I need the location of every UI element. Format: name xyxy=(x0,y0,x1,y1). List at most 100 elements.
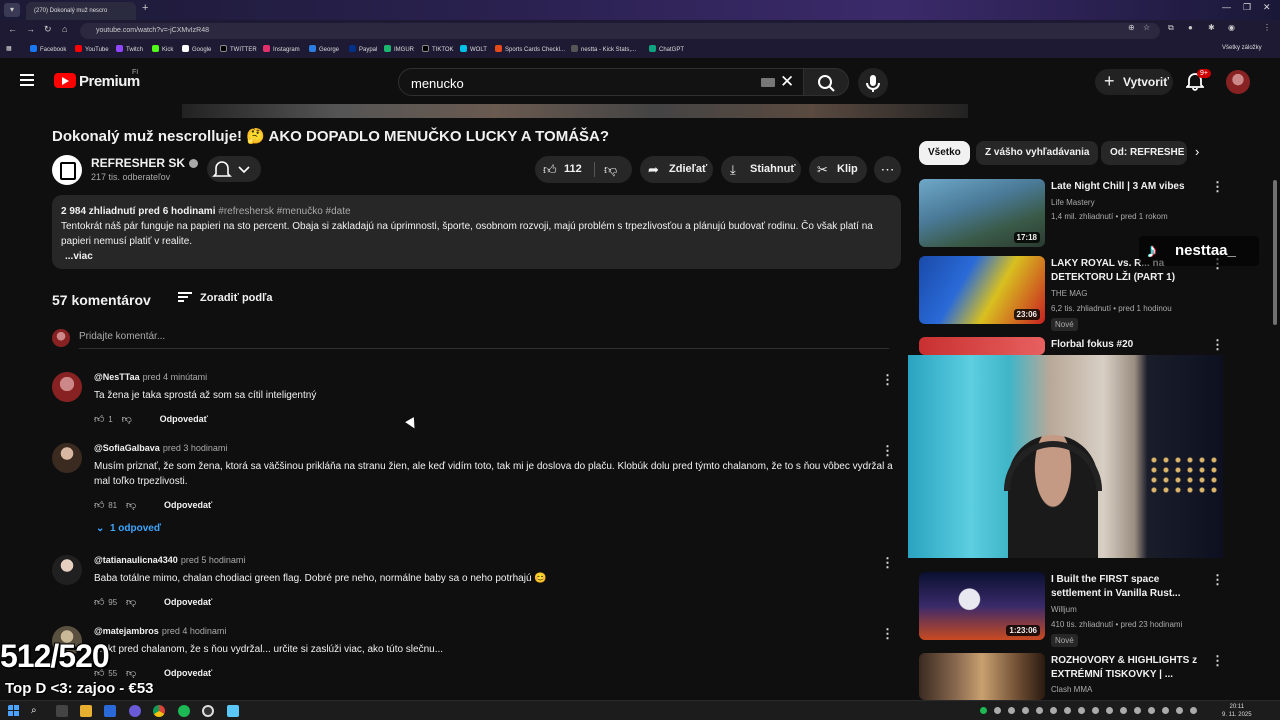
maximize-icon[interactable]: ❐ xyxy=(1243,2,1251,13)
sort-comments-button[interactable]: Zoradiť podľa xyxy=(178,292,272,304)
tray-spotify-icon[interactable] xyxy=(980,707,987,714)
tray-icon[interactable] xyxy=(1120,707,1127,714)
dislike-icon[interactable]: 👎︎ xyxy=(126,596,138,608)
windows-start-icon[interactable] xyxy=(8,705,20,717)
bookmark-facebook[interactable]: Facebook xyxy=(30,45,66,53)
tray-icon[interactable] xyxy=(1036,707,1043,714)
puzzle-icon[interactable]: ✱ xyxy=(1208,23,1215,32)
home-icon[interactable]: ⌂ xyxy=(62,24,67,34)
reload-icon[interactable]: ↻ xyxy=(44,24,52,35)
video-thumbnail[interactable] xyxy=(919,653,1045,700)
clip-button[interactable]: ✂ Klip xyxy=(809,156,867,183)
subscription-bell-button[interactable] xyxy=(207,156,261,182)
bookmark-kick-stats[interactable]: nestta - Kick Stats,... xyxy=(571,45,636,53)
url-field[interactable]: youtube.com/watch?v=-jCXMvIzR48 xyxy=(80,23,1160,39)
reply-button[interactable]: Odpovedať xyxy=(164,597,212,607)
file-explorer-icon[interactable] xyxy=(80,705,92,717)
chrome-icon[interactable] xyxy=(153,705,165,717)
bookmark-twitch[interactable]: Twitch xyxy=(116,45,143,53)
search-button[interactable] xyxy=(803,68,849,96)
app-icon-2[interactable] xyxy=(227,705,239,717)
profile-icon[interactable]: ◉ xyxy=(1228,23,1235,32)
bookmark-chatgpt[interactable]: ChatGPT xyxy=(649,45,684,53)
bookmark-google[interactable]: Google xyxy=(182,45,211,53)
bookmark-tiktok[interactable]: TIKTOK xyxy=(422,45,454,53)
comment-avatar[interactable] xyxy=(52,555,82,585)
video-menu-icon[interactable]: ⋮ xyxy=(1211,179,1224,195)
browser-tab[interactable]: (270) Dokonalý muž nescro xyxy=(26,2,136,20)
video-player-bottom[interactable] xyxy=(182,104,968,118)
youtube-logo-icon[interactable] xyxy=(54,73,76,88)
browser-menu-icon[interactable]: ⋮ xyxy=(1263,23,1271,32)
comment-menu-icon[interactable]: ⋮ xyxy=(881,372,894,388)
video-menu-icon[interactable]: ⋮ xyxy=(1211,337,1224,353)
voice-search-button[interactable] xyxy=(858,68,888,98)
bookmark-george[interactable]: George xyxy=(309,45,339,53)
clear-search-icon[interactable]: ✕ xyxy=(780,72,794,92)
comment-author[interactable]: @NesTTaa pred 4 minútami xyxy=(94,372,207,382)
more-actions-button[interactable]: ⋯ xyxy=(874,156,901,183)
dislike-icon[interactable]: 👎︎ xyxy=(126,667,138,679)
comment-menu-icon[interactable]: ⋮ xyxy=(881,626,894,642)
reply-button[interactable]: Odpovedať xyxy=(164,500,212,510)
chip-from-channel[interactable]: Od: REFRESHE xyxy=(1101,141,1187,165)
obs-icon[interactable] xyxy=(202,705,214,717)
dislike-icon[interactable]: 👎︎ xyxy=(604,156,617,183)
like-icon[interactable]: 👍︎ xyxy=(94,499,106,511)
tray-icon[interactable] xyxy=(1106,707,1113,714)
bookmark-imgur[interactable]: IMGUR xyxy=(384,45,414,53)
search-icon[interactable]: ⌕ xyxy=(31,705,43,717)
video-menu-icon[interactable]: ⋮ xyxy=(1211,653,1224,669)
comment-author[interactable]: @tatianaulicna4340 pred 5 hodinami xyxy=(94,555,245,565)
comment-menu-icon[interactable]: ⋮ xyxy=(881,443,894,459)
bookmark-twitter[interactable]: TWITTER xyxy=(220,45,257,53)
like-icon[interactable]: 👍︎ xyxy=(94,413,106,425)
tray-icon[interactable] xyxy=(1078,707,1085,714)
apps-icon[interactable]: ▦ xyxy=(6,45,12,52)
tray-icon[interactable] xyxy=(1064,707,1071,714)
tray-icon[interactable] xyxy=(994,707,1001,714)
premium-label[interactable]: Premium xyxy=(79,73,140,90)
show-replies-button[interactable]: ⌄ 1 odpoveď xyxy=(96,523,161,534)
add-comment-input[interactable]: Pridajte komentár... xyxy=(79,331,165,342)
download-button[interactable]: ⤓ Stiahnuť xyxy=(721,156,801,183)
minimize-icon[interactable]: — xyxy=(1222,2,1231,12)
chip-from-search[interactable]: Z vášho vyhľadávania xyxy=(976,141,1099,165)
comment-avatar[interactable] xyxy=(52,372,82,402)
channel-name[interactable]: Life Mastery xyxy=(1051,198,1095,207)
search-box[interactable]: menucko ✕ xyxy=(398,68,804,96)
dislike-icon[interactable]: 👎︎ xyxy=(126,499,138,511)
extension-red-icon[interactable]: ● xyxy=(1188,23,1193,32)
tray-icon[interactable] xyxy=(1022,707,1029,714)
bookmark-instagram[interactable]: Instagram xyxy=(263,45,300,53)
description-box[interactable]: 2 984 zhliadnutí pred 6 hodinami #refres… xyxy=(52,195,901,269)
like-count[interactable]: 112 xyxy=(564,156,582,183)
channel-name[interactable]: Clash MMA xyxy=(1051,685,1092,694)
reply-button[interactable]: Odpovedať xyxy=(164,668,212,678)
bookmark-wolt[interactable]: WOLT xyxy=(460,45,487,53)
reply-button[interactable]: Odpovedať xyxy=(160,414,208,424)
channel-name[interactable]: Willjum xyxy=(1051,605,1077,614)
all-bookmarks[interactable]: Všetky záložky xyxy=(1222,45,1262,51)
bookmark-sports-cards[interactable]: Sports Cards Checkl... xyxy=(495,45,565,53)
hashtags[interactable]: #refreshersk #menučko #date xyxy=(218,206,350,217)
new-tab-icon[interactable]: + xyxy=(142,2,148,14)
video-menu-icon[interactable]: ⋮ xyxy=(1211,572,1224,588)
forward-icon[interactable]: → xyxy=(26,24,35,34)
comment-menu-icon[interactable]: ⋮ xyxy=(881,555,894,571)
bookmark-star-icon[interactable]: ☆ xyxy=(1143,23,1150,32)
tray-icon[interactable] xyxy=(1134,707,1141,714)
volume-icon[interactable] xyxy=(1176,707,1183,714)
show-more-link[interactable]: ...viac xyxy=(61,249,892,264)
tab-menu-icon[interactable]: ▾ xyxy=(4,3,20,17)
video-title[interactable]: Florbal fokus #20 xyxy=(1051,338,1201,352)
tray-icon[interactable] xyxy=(1148,707,1155,714)
dislike-icon[interactable]: 👎︎ xyxy=(122,413,134,425)
channel-name[interactable]: THE MAG xyxy=(1051,289,1087,298)
back-icon[interactable]: ← xyxy=(8,24,17,34)
chip-all[interactable]: Všetko xyxy=(919,141,970,165)
like-icon[interactable]: 👍︎ xyxy=(94,596,106,608)
extension-icon[interactable]: ⧉ xyxy=(1168,23,1174,33)
video-title[interactable]: ROZHOVORY & HIGHLIGHTS z EXTRÉMNÍ TISKOV… xyxy=(1051,654,1201,682)
clock[interactable]: 20:11 9. 11. 2025 xyxy=(1222,703,1252,719)
